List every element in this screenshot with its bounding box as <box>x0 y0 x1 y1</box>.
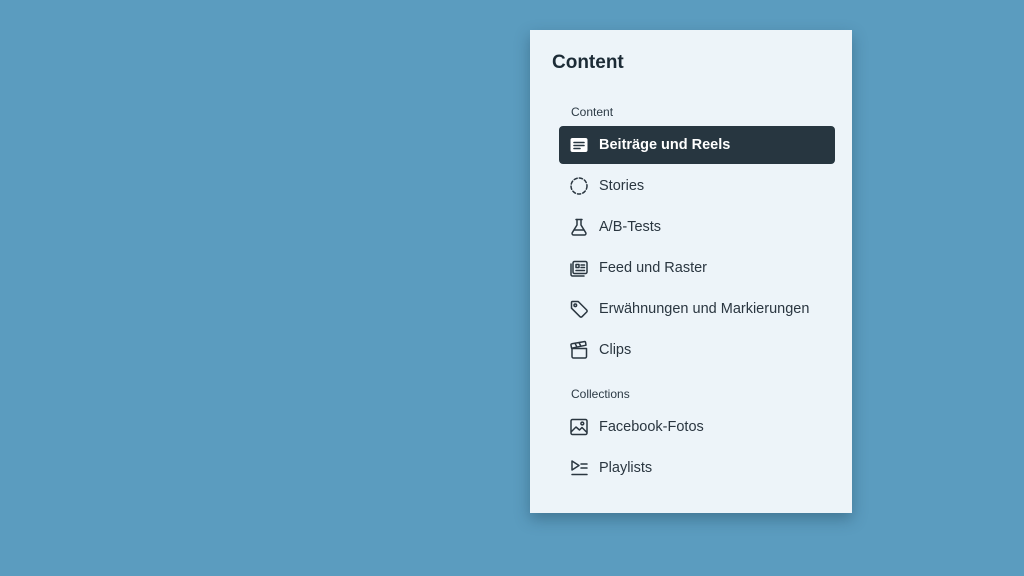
nav-item-erwaehnungen-und-markierungen[interactable]: Erwähnungen und Markierungen <box>559 290 835 328</box>
nav-item-label: Playlists <box>599 460 653 476</box>
nav-item-stories[interactable]: Stories <box>559 167 835 205</box>
nav-item-beitraege-und-reels[interactable]: Beiträge und Reels <box>559 126 835 164</box>
section-label-collections: Collections <box>571 387 630 401</box>
clapperboard-icon <box>568 339 590 361</box>
nav-item-feed-und-raster[interactable]: Feed und Raster <box>559 249 835 287</box>
stories-icon <box>568 175 590 197</box>
section-label-content: Content <box>571 105 614 119</box>
content-navigation-panel: Content Content Beiträge und Reels Stori… <box>530 30 852 513</box>
nav-item-label: Beiträge und Reels <box>599 137 731 153</box>
tag-icon <box>568 298 590 320</box>
posts-icon <box>568 134 590 156</box>
nav-item-label: Clips <box>599 342 632 358</box>
panel-title: Content <box>552 52 624 73</box>
nav-item-facebook-fotos[interactable]: Facebook-Fotos <box>559 408 835 446</box>
feed-grid-icon <box>568 257 590 279</box>
flask-icon <box>568 216 590 238</box>
nav-item-clips[interactable]: Clips <box>559 331 835 369</box>
nav-item-label: Erwähnungen und Markierungen <box>599 301 810 317</box>
nav-item-label: A/B-Tests <box>599 219 662 235</box>
playlist-icon <box>568 457 590 479</box>
nav-item-label: Facebook-Fotos <box>599 419 704 435</box>
photo-icon <box>568 416 590 438</box>
nav-item-ab-tests[interactable]: A/B-Tests <box>559 208 835 246</box>
nav-item-label: Stories <box>599 178 645 194</box>
nav-item-playlists[interactable]: Playlists <box>559 449 835 487</box>
nav-item-label: Feed und Raster <box>599 260 708 276</box>
